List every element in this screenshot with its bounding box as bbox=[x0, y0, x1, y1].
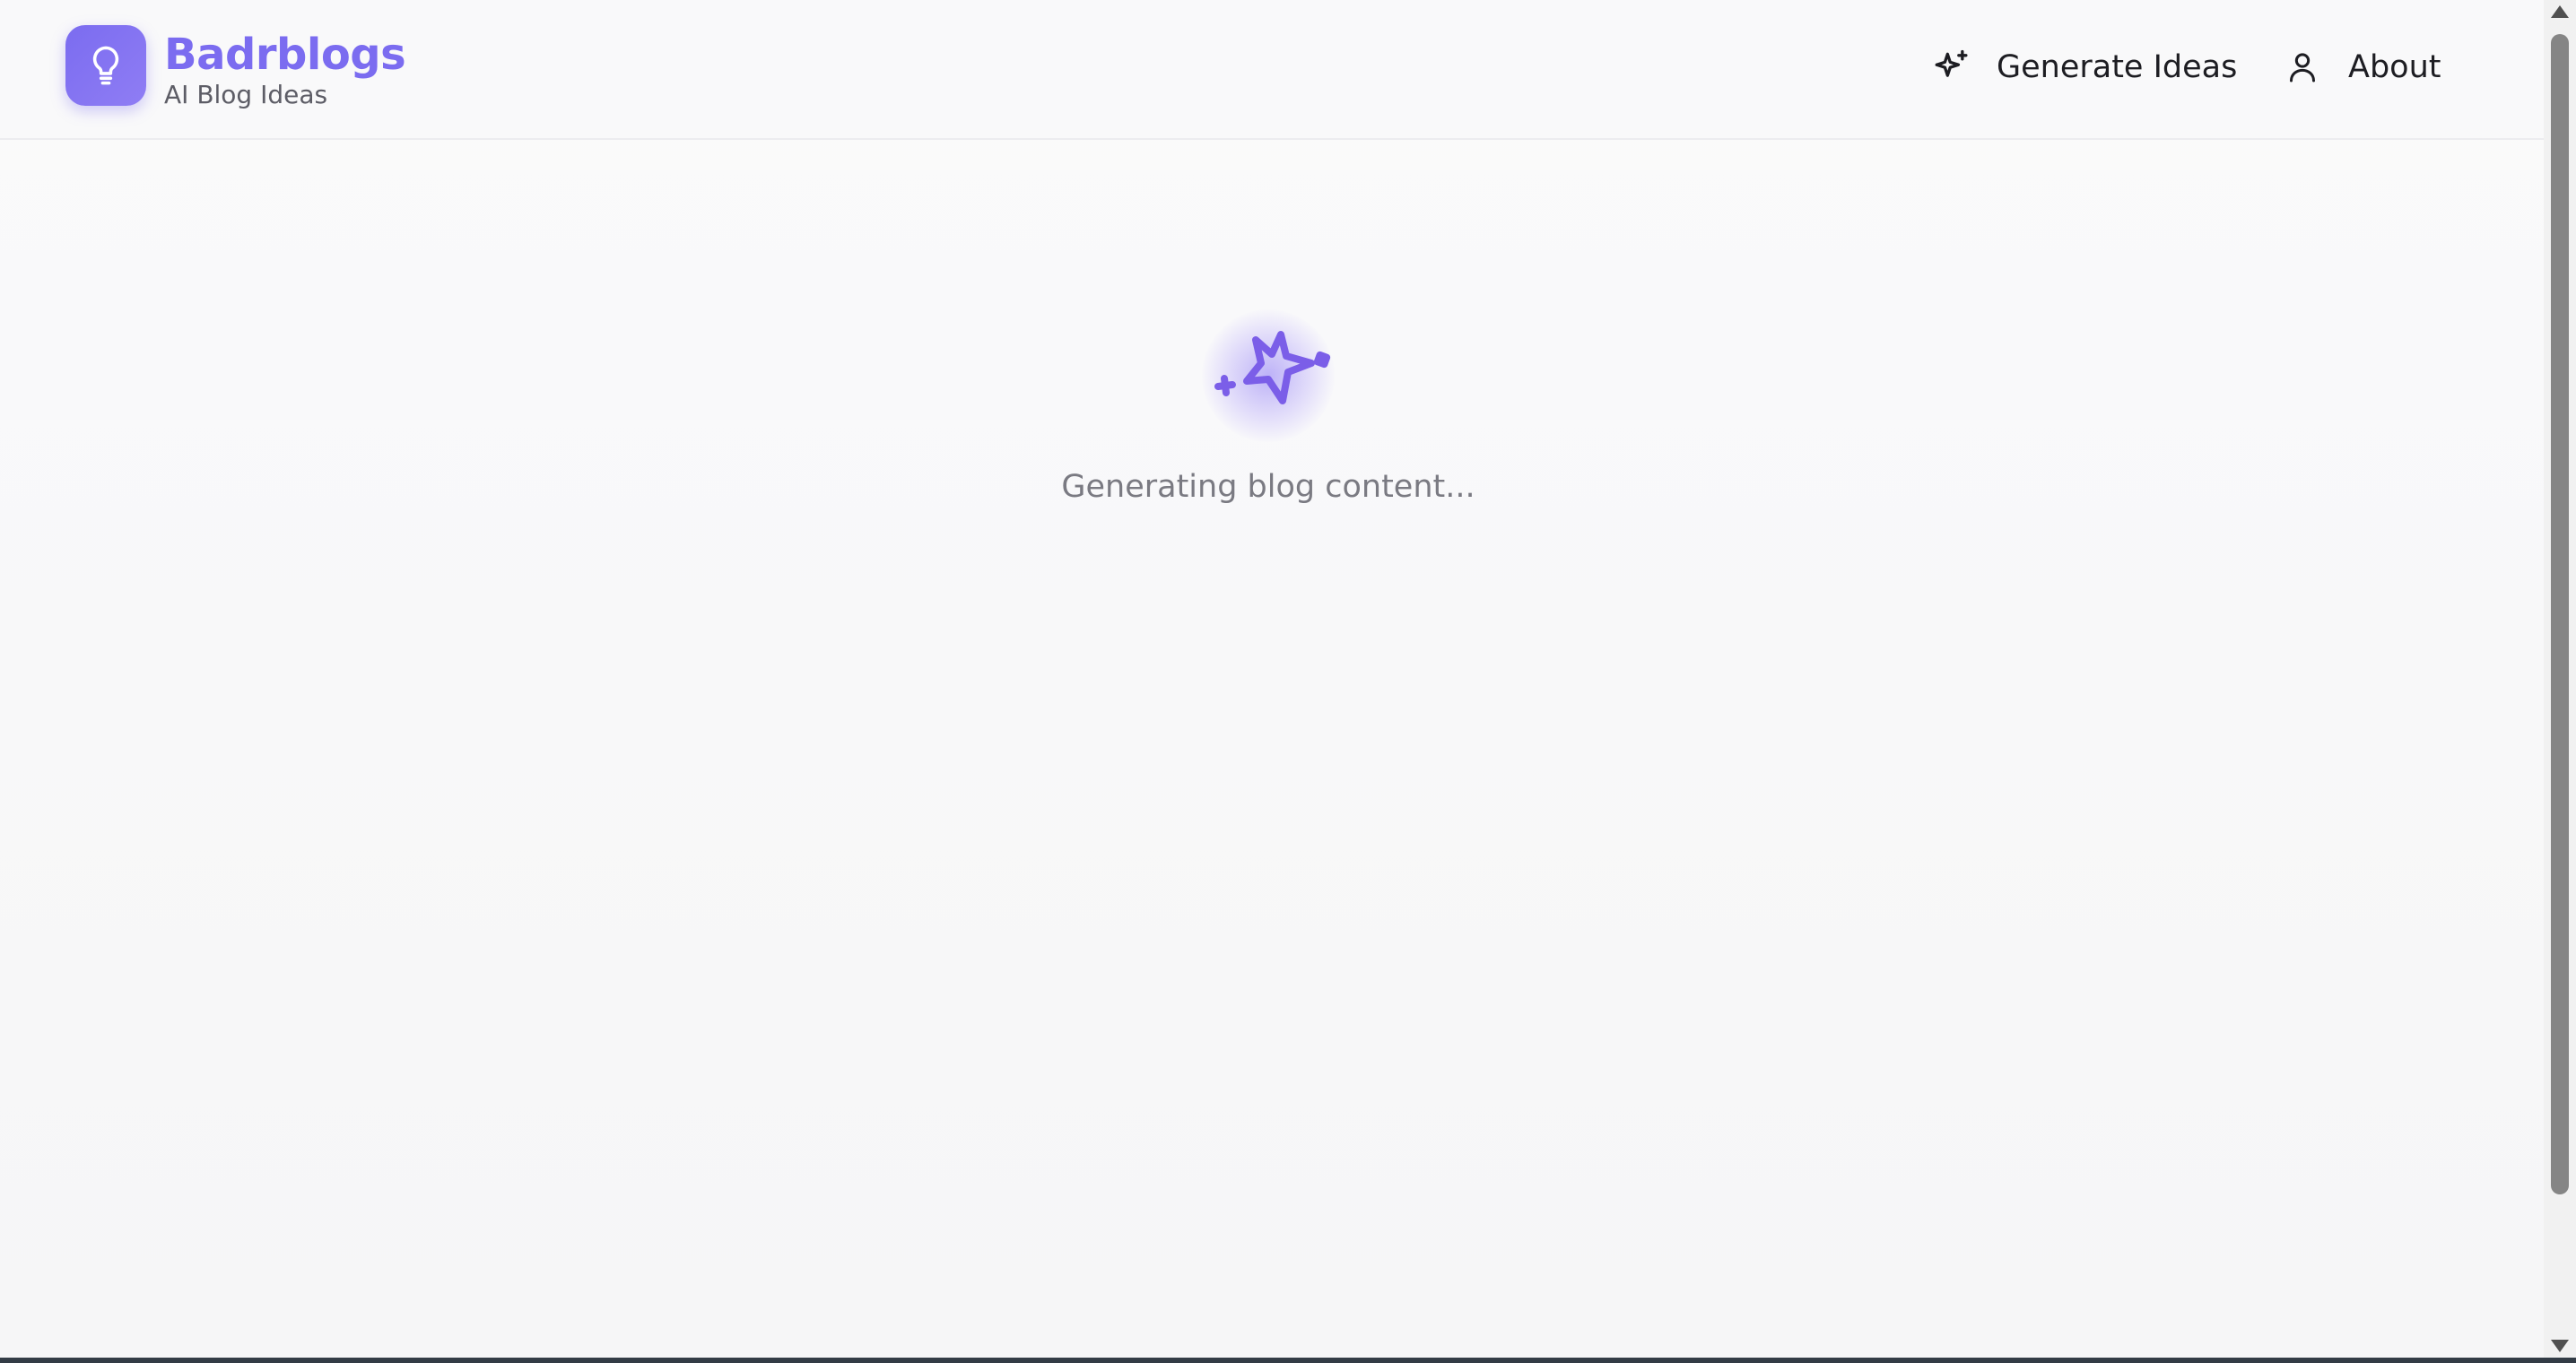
nav-generate-ideas-label: Generate Ideas bbox=[1997, 49, 2238, 85]
top-header: Badrblogs AI Blog Ideas Generate Ideas A… bbox=[0, 0, 2544, 140]
scrollbar-thumb[interactable] bbox=[2551, 34, 2569, 1194]
sparkles-icon bbox=[1214, 331, 1331, 404]
brand-name[interactable]: Badrblogs bbox=[164, 25, 406, 84]
window-bottom-edge bbox=[0, 1358, 2576, 1363]
loading-spinner bbox=[1157, 287, 1379, 457]
brand-subtitle: AI Blog Ideas bbox=[164, 80, 328, 109]
logo[interactable] bbox=[65, 25, 146, 106]
user-icon bbox=[2282, 47, 2323, 88]
nav-about-label: About bbox=[2348, 49, 2441, 85]
nav-generate-ideas[interactable]: Generate Ideas bbox=[1930, 36, 2237, 99]
loading-text: Generating blog content... bbox=[1061, 469, 1475, 505]
scroll-up-arrow-icon[interactable] bbox=[2551, 5, 2569, 18]
vertical-scrollbar[interactable] bbox=[2544, 0, 2576, 1358]
scroll-down-arrow-icon[interactable] bbox=[2551, 1340, 2569, 1352]
nav-about[interactable]: About bbox=[2282, 36, 2441, 99]
lightbulb-icon bbox=[92, 46, 119, 85]
sparkles-icon bbox=[1930, 47, 1971, 88]
app-viewport: Badrblogs AI Blog Ideas Generate Ideas A… bbox=[0, 0, 2544, 1358]
